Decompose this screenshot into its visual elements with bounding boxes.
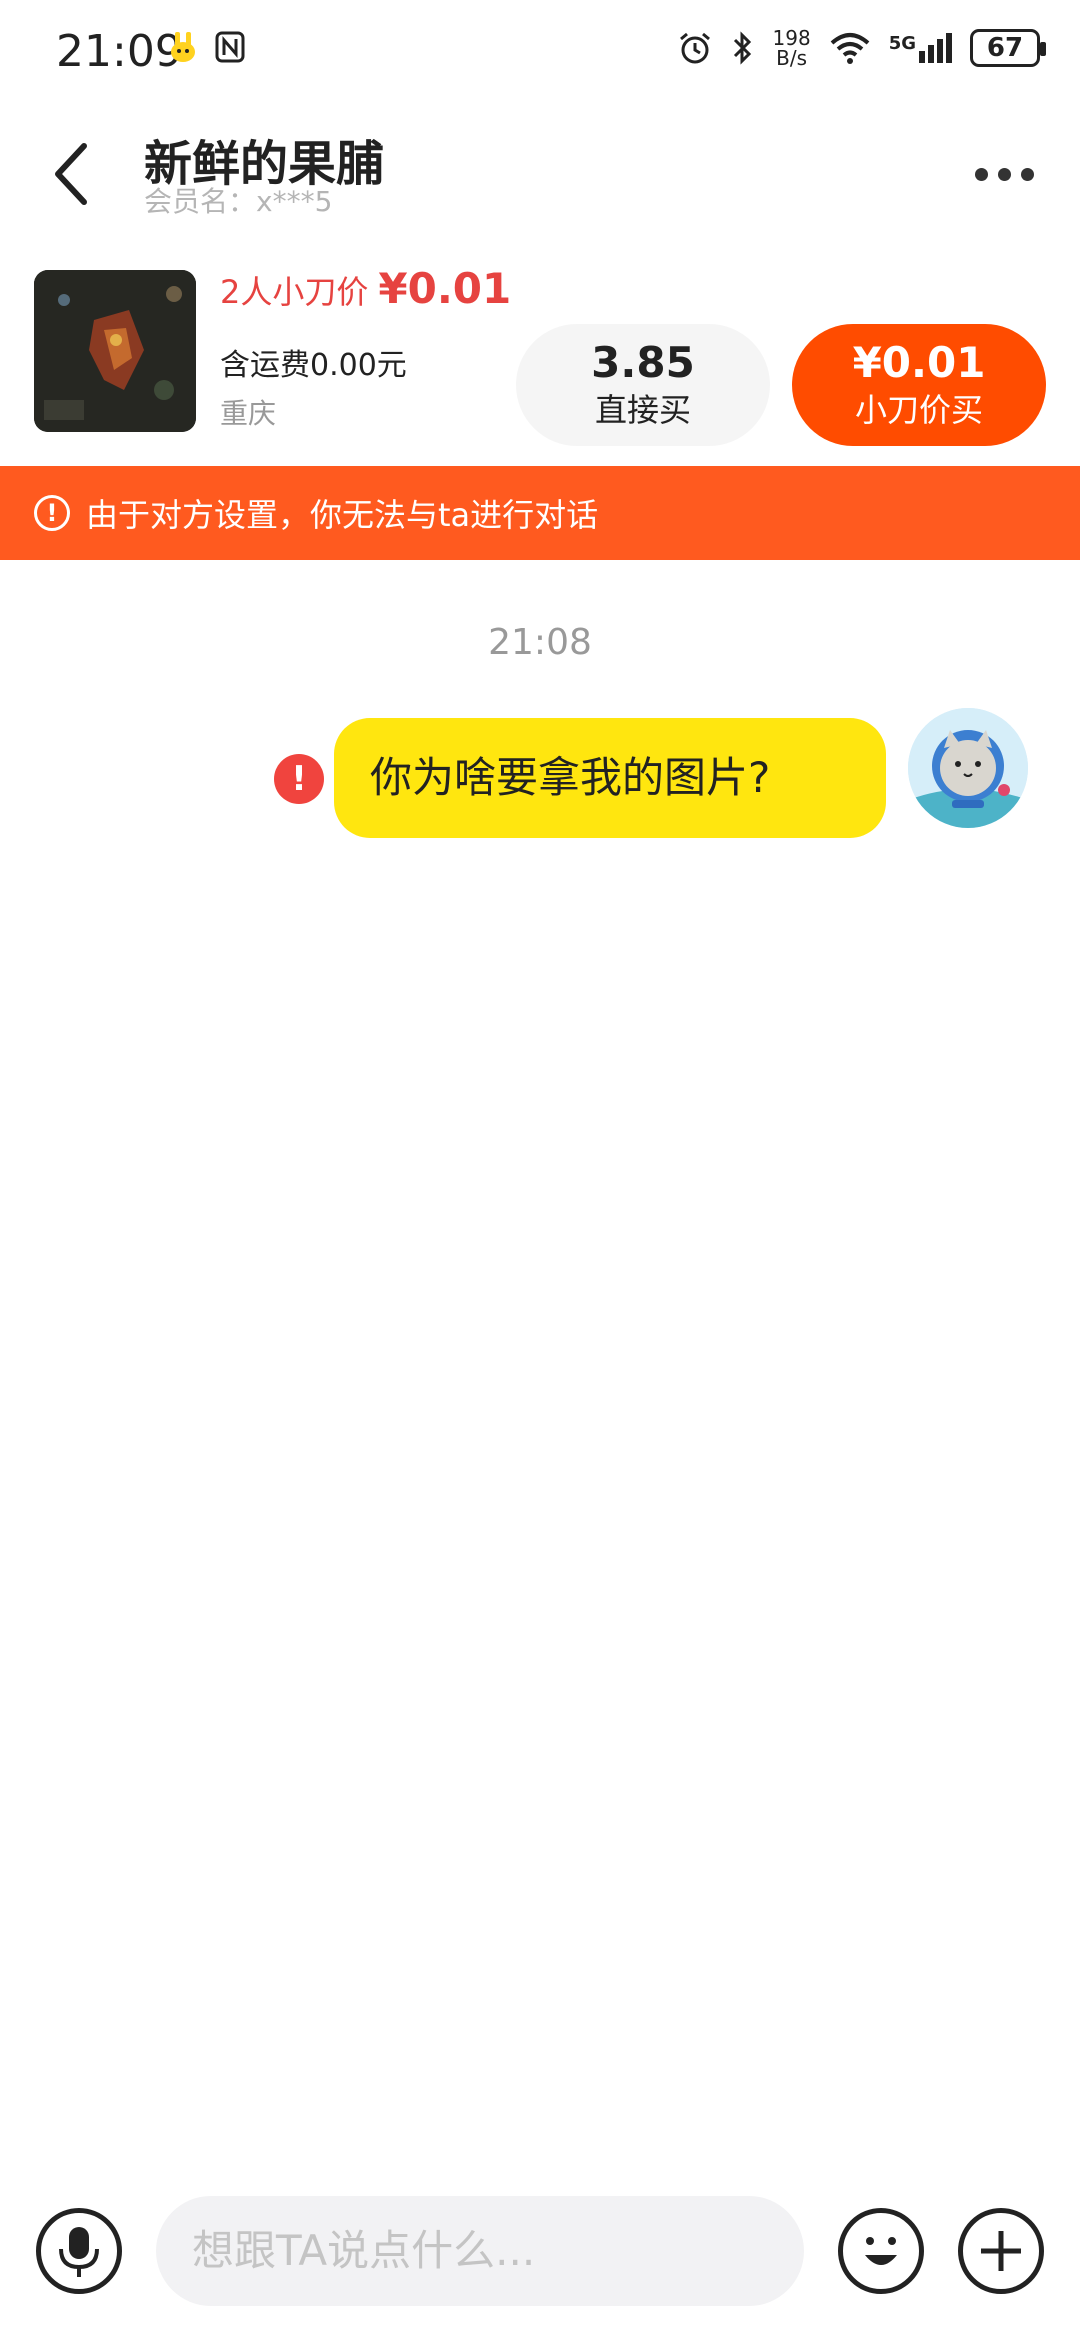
message-bubble[interactable]: 你为啥要拿我的图片? (334, 718, 886, 838)
cut-label: 小刀价买 (854, 391, 983, 429)
cut-price: ¥0.01 (852, 338, 986, 387)
warning-text: 由于对方设置，你无法与ta进行对话 (86, 496, 599, 534)
back-arrow-icon[interactable] (40, 134, 100, 214)
network-speed: 198 B/s (772, 26, 811, 70)
composer-bar: 想跟TA说点什么... (0, 2190, 1080, 2340)
cellular-signal-icon: 5G (889, 33, 952, 63)
wifi-icon (830, 33, 870, 64)
product-card[interactable]: 2人小刀价 ¥0.01 含运费0.00元 重庆 3.85 直接买 ¥0.01 小… (0, 254, 1080, 466)
status-time: 21:09 (56, 26, 183, 77)
nfc-icon (215, 31, 245, 63)
product-thumbnail[interactable] (34, 270, 196, 432)
warning-icon: ! (34, 495, 70, 531)
buy-cut-price-button[interactable]: ¥0.01 小刀价买 (792, 324, 1046, 446)
warning-banner: ! 由于对方设置，你无法与ta进行对话 (0, 466, 1080, 560)
chat-screen: 21:09 198 B/s 5G 67 新鲜的果脯 会员名：x***5 2人小刀… (0, 0, 1080, 2340)
plus-icon (981, 2231, 1021, 2271)
status-left-icons (166, 30, 246, 64)
voice-input-button[interactable] (36, 2208, 122, 2294)
location: 重庆 (220, 397, 277, 430)
deal-label: 2人小刀价 (220, 273, 369, 311)
alarm-icon (679, 32, 710, 64)
direct-price: 3.85 (591, 338, 695, 387)
member-name: 会员名：x***5 (144, 185, 333, 218)
battery-indicator: 67 (970, 29, 1046, 67)
deal-price-row: 2人小刀价 ¥0.01 (220, 264, 511, 313)
deal-price: ¥0.01 (378, 264, 512, 313)
add-attachment-button[interactable] (958, 2208, 1044, 2294)
shipping-info: 含运费0.00元 (220, 348, 407, 383)
more-options-icon[interactable] (964, 154, 1044, 194)
product-image (34, 270, 196, 432)
bluetooth-icon (733, 31, 751, 65)
avatar[interactable] (908, 708, 1028, 828)
emoji-icon (865, 2237, 897, 2265)
direct-label: 直接买 (594, 391, 691, 429)
emoji-button[interactable] (838, 2208, 924, 2294)
buy-direct-button[interactable]: 3.85 直接买 (516, 324, 770, 446)
status-right-icons: 198 B/s 5G 67 (677, 26, 1046, 70)
chat-header: 新鲜的果脯 会员名：x***5 (0, 104, 1080, 254)
message-input[interactable]: 想跟TA说点什么... (156, 2196, 804, 2306)
cat-avatar-icon (908, 708, 1028, 828)
status-bar: 21:09 198 B/s 5G 67 (0, 0, 1080, 104)
message-timestamp: 21:08 (488, 622, 592, 663)
app-notification-icon (171, 32, 195, 62)
microphone-icon (59, 2227, 99, 2277)
message-list[interactable]: 21:08 ! 你为啥要拿我的图片? (0, 560, 1080, 2190)
send-failed-icon[interactable]: ! (274, 754, 324, 804)
